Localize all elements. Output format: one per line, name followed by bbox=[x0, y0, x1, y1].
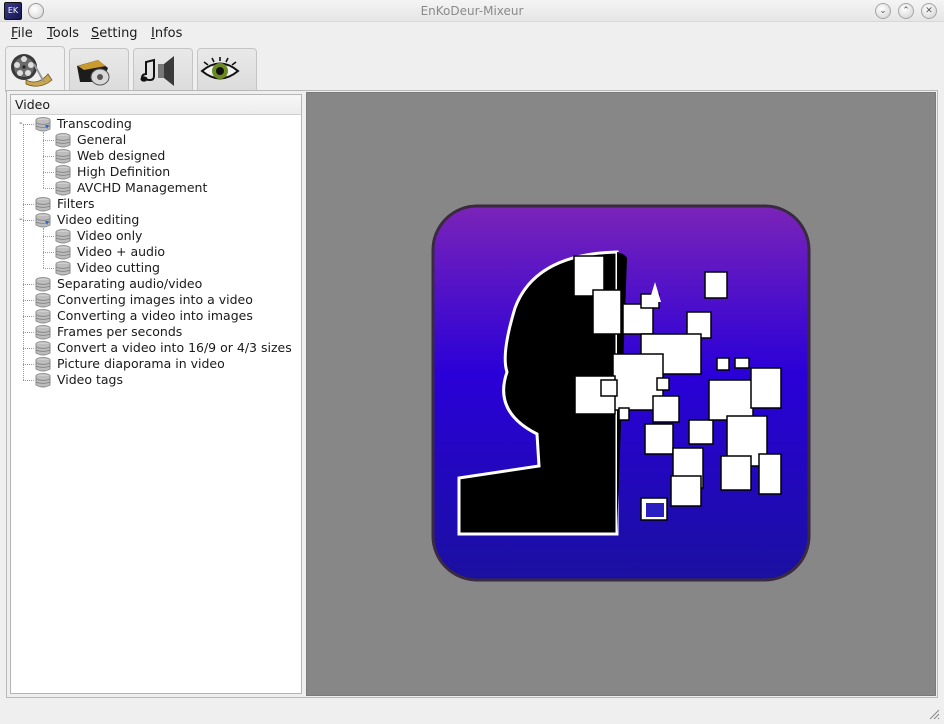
tree-connector bbox=[43, 236, 54, 237]
database-icon bbox=[35, 213, 51, 228]
tree-item-label: Video + audio bbox=[77, 244, 166, 259]
tree-connector bbox=[43, 188, 54, 189]
music-speaker-icon bbox=[140, 56, 174, 86]
tree-connector bbox=[43, 268, 54, 269]
film-reel-icon bbox=[11, 54, 53, 87]
menu-setting[interactable]: Setting bbox=[91, 26, 138, 41]
camera-disc-icon bbox=[77, 60, 110, 86]
tree-item-label: Picture diaporama in video bbox=[57, 356, 225, 371]
minimize-button[interactable]: ⌄ bbox=[875, 3, 891, 19]
tree-connector bbox=[23, 380, 34, 381]
menu-setting-label: etting bbox=[99, 26, 138, 41]
status-bar bbox=[0, 700, 944, 724]
tab-camera[interactable] bbox=[69, 48, 129, 90]
database-icon bbox=[55, 181, 71, 196]
menu-tools[interactable]: Tools bbox=[47, 26, 79, 41]
tree-item-label: Video tags bbox=[57, 372, 124, 387]
menu-infos-label: nfos bbox=[154, 26, 183, 41]
tree-header[interactable]: Video bbox=[11, 95, 301, 115]
tree-guide bbox=[43, 132, 44, 188]
tab-preview[interactable] bbox=[197, 48, 257, 90]
resize-grip-icon[interactable] bbox=[928, 708, 940, 720]
tree-item-label: Converting a video into images bbox=[57, 308, 253, 323]
eye-icon bbox=[200, 57, 240, 80]
window-title: EnKoDeur-Mixeur bbox=[420, 4, 524, 18]
app-logo bbox=[431, 204, 811, 585]
tree-item-label: Transcoding bbox=[57, 116, 132, 131]
database-icon bbox=[35, 325, 51, 340]
tree-item-label: Convert a video into 16/9 or 4/3 sizes bbox=[57, 340, 292, 355]
database-icon bbox=[35, 277, 51, 292]
tree-item-label: Video only bbox=[77, 228, 143, 243]
database-icon bbox=[35, 117, 51, 132]
tab-audio[interactable] bbox=[133, 48, 193, 90]
maximize-button[interactable]: ⌃ bbox=[898, 3, 914, 19]
database-icon bbox=[35, 341, 51, 356]
tree-connector bbox=[23, 284, 34, 285]
tree-connector bbox=[23, 364, 34, 365]
tree-item-label: Video cutting bbox=[77, 260, 160, 275]
close-button[interactable]: ✕ bbox=[921, 3, 937, 19]
tree-item-label: Frames per seconds bbox=[57, 324, 183, 339]
tree-connector bbox=[23, 316, 34, 317]
tree-item-label: General bbox=[77, 132, 127, 147]
database-icon bbox=[55, 245, 71, 260]
tree-item-label: AVCHD Management bbox=[77, 180, 208, 195]
tree-connector bbox=[43, 156, 54, 157]
encoder-logo-icon bbox=[431, 204, 811, 582]
tree-connector bbox=[23, 348, 34, 349]
menu-file-label: ile bbox=[17, 26, 33, 41]
video-tree[interactable]: Video Transcoding - General Web designed Hig… bbox=[10, 94, 302, 694]
tree-connector bbox=[43, 172, 54, 173]
database-icon bbox=[55, 261, 71, 276]
tree-item-label: Separating audio/video bbox=[57, 276, 203, 291]
tree-connector bbox=[43, 252, 54, 253]
tree-connector bbox=[23, 300, 34, 301]
menu-file[interactable]: File bbox=[11, 26, 33, 41]
database-icon bbox=[35, 309, 51, 324]
tree-connector bbox=[43, 140, 54, 141]
tree-connector bbox=[23, 204, 34, 205]
tree-guide bbox=[23, 124, 24, 380]
tree-item-label: High Definition bbox=[77, 164, 171, 179]
database-icon bbox=[55, 133, 71, 148]
menu-bar: File Tools Setting Infos bbox=[0, 22, 944, 46]
tree-item-label: Web designed bbox=[77, 148, 166, 163]
database-icon bbox=[35, 357, 51, 372]
database-icon bbox=[35, 293, 51, 308]
menu-tools-label: ools bbox=[52, 26, 80, 41]
database-icon bbox=[35, 197, 51, 212]
title-bar[interactable]: EK EnKoDeur-Mixeur ⌄ ⌃ ✕ bbox=[0, 0, 944, 22]
database-icon bbox=[55, 165, 71, 180]
database-icon bbox=[55, 229, 71, 244]
tree-item-label: Converting images into a video bbox=[57, 292, 253, 307]
tree-guide bbox=[43, 228, 44, 268]
menu-infos[interactable]: Infos bbox=[151, 26, 182, 41]
tab-bar bbox=[0, 46, 944, 92]
database-icon bbox=[35, 373, 51, 388]
tree-connector bbox=[23, 332, 34, 333]
tab-video[interactable] bbox=[5, 46, 65, 92]
tree-item-label: Filters bbox=[57, 196, 95, 211]
database-icon bbox=[55, 149, 71, 164]
tree-item-label: Video editing bbox=[57, 212, 140, 227]
